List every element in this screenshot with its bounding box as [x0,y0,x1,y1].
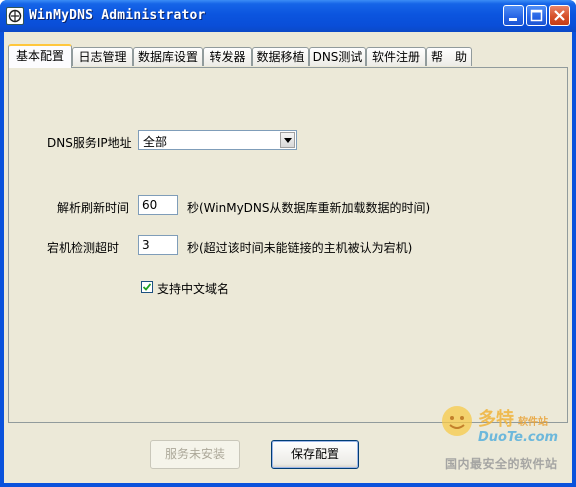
tab-log-management[interactable]: 日志管理 [72,47,133,66]
checkmark-icon [143,283,151,291]
tab-database-settings[interactable]: 数据库设置 [133,47,203,66]
tab-data-migration[interactable]: 数据移植 [252,47,309,66]
dns-ip-select-value: 全部 [143,135,168,149]
service-not-installed-button[interactable]: 服务未安装 [150,440,240,469]
down-timeout-label: 宕机检测超时 [47,241,120,255]
down-timeout-hint: 秒(超过该时间未能链接的主机被认为宕机) [187,241,413,255]
close-button[interactable] [549,5,570,26]
chinese-domain-checkbox[interactable] [141,281,153,293]
app-window: WinMyDNS Administrator 基本配置 日志管理 数据库设置 转… [0,0,576,487]
dns-ip-label: DNS服务IP地址 [47,136,132,150]
chinese-domain-label[interactable]: 支持中文域名 [157,280,229,297]
refresh-time-input[interactable]: 60 [138,195,178,215]
refresh-time-label: 解析刷新时间 [57,201,130,215]
tab-strip: 基本配置 日志管理 数据库设置 转发器 数据移植 DNS测试 软件注册 帮 助 [8,44,568,68]
mascot-logo-icon [442,406,472,436]
dropdown-arrow-icon[interactable] [280,132,295,148]
dialog-client: 基本配置 日志管理 数据库设置 转发器 数据移植 DNS测试 软件注册 帮 助 … [4,32,572,483]
tab-basic-config[interactable]: 基本配置 [8,44,72,68]
dns-ip-select[interactable]: 全部 [138,130,297,150]
down-timeout-input[interactable]: 3 [138,235,178,255]
tab-help[interactable]: 帮 助 [426,47,472,66]
window-title: WinMyDNS Administrator [29,8,206,23]
title-bar[interactable]: WinMyDNS Administrator [0,0,576,32]
save-config-button[interactable]: 保存配置 [271,440,359,469]
app-icon[interactable] [6,7,24,25]
maximize-button[interactable] [526,5,547,26]
minimize-button[interactable] [503,5,524,26]
refresh-time-hint: 秒(WinMyDNS从数据库重新加载数据的时间) [187,201,431,215]
tab-software-registration[interactable]: 软件注册 [366,47,426,66]
tab-dns-test[interactable]: DNS测试 [309,47,366,66]
tab-forwarder[interactable]: 转发器 [203,47,252,66]
